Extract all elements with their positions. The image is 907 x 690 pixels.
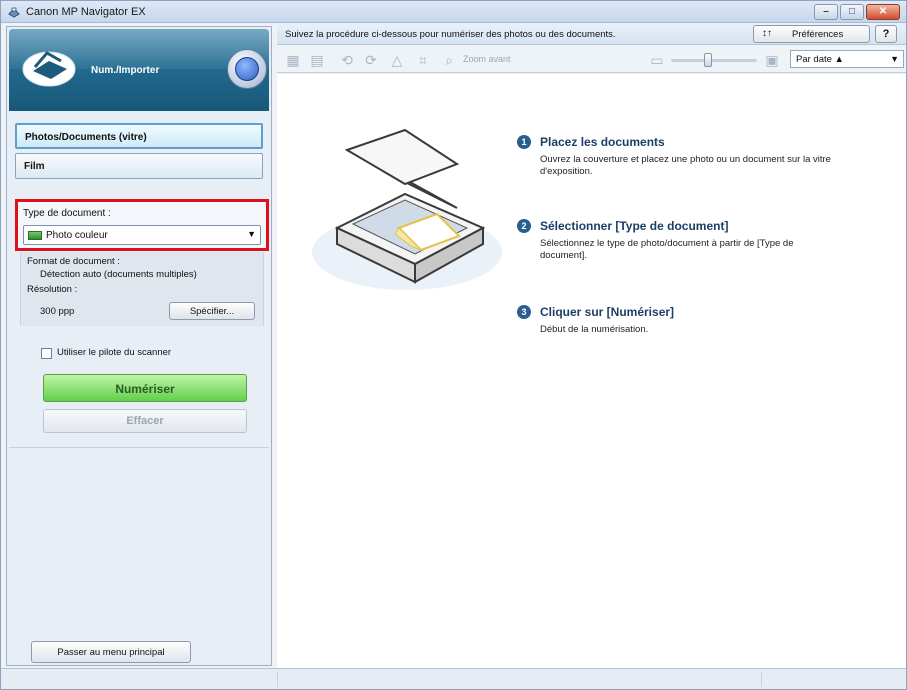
zoom-label[interactable]: Zoom avant: [463, 54, 511, 64]
format-label: Format de document :: [27, 256, 120, 267]
document-type-value: Photo couleur: [46, 230, 108, 241]
large-thumbnail-icon: ▣: [765, 52, 779, 68]
step-number: 1: [517, 135, 531, 149]
info-bar: Suivez la procédure ci-dessous pour numé…: [277, 23, 906, 45]
app-icon: [8, 7, 20, 18]
step-title: Placez les documents: [540, 135, 665, 149]
step-description: Sélectionnez le type de photo/document à…: [540, 238, 794, 261]
document-type-select[interactable]: Photo couleur ▼: [23, 225, 261, 245]
resolution-value: 300 ppp: [40, 306, 75, 317]
resolution-label: Résolution :: [27, 284, 78, 295]
maximize-button[interactable]: □: [840, 4, 864, 20]
document-settings: Format de document : Détection auto (doc…: [20, 252, 264, 326]
thumbnail-view-icon[interactable]: ▦: [285, 52, 301, 68]
clear-button[interactable]: Effacer: [43, 409, 247, 433]
app-window: Canon MP Navigator EX – □ ✕ Num./Importe…: [0, 0, 907, 690]
scanner-illustration: [312, 128, 502, 290]
scan-button[interactable]: Numériser: [43, 374, 247, 402]
small-thumbnail-icon: ▭: [650, 52, 664, 68]
format-value: Détection auto (documents multiples): [40, 269, 197, 280]
sort-value: Par date ▲: [796, 54, 844, 65]
slider-handle[interactable]: [704, 53, 712, 67]
step-title: Sélectionner [Type de document]: [540, 219, 729, 233]
rotate-right-icon[interactable]: ⟳: [363, 52, 379, 68]
use-scanner-driver-label: Utiliser le pilote du scanner: [57, 347, 172, 358]
crop-icon[interactable]: ⌗: [415, 52, 431, 68]
thumbnail-size-slider[interactable]: [671, 59, 757, 62]
grid-view-icon[interactable]: ▤: [309, 52, 325, 68]
document-type-label: Type de document :: [23, 208, 111, 219]
mirror-icon[interactable]: △: [389, 52, 405, 68]
photo-icon: [28, 231, 42, 240]
chevron-down-icon: ▼: [247, 229, 256, 239]
use-scanner-driver-checkbox[interactable]: [41, 348, 52, 359]
title-bar: Canon MP Navigator EX – □ ✕: [1, 1, 906, 23]
zoom-icon[interactable]: ⌕: [441, 52, 457, 68]
main-menu-button[interactable]: Passer au menu principal: [31, 641, 191, 663]
minimize-button[interactable]: –: [814, 4, 838, 20]
step-title: Cliquer sur [Numériser]: [540, 305, 675, 319]
chevron-down-icon: ▼: [890, 54, 899, 64]
rotate-left-icon[interactable]: ⟲: [339, 52, 355, 68]
left-panel: Num./Importer Photos/Documents (vitre) F…: [6, 26, 272, 666]
source-photos-documents-button[interactable]: Photos/Documents (vitre): [15, 123, 263, 149]
mode-header[interactable]: Num./Importer: [9, 29, 269, 111]
toolbar: ▦ ▤ ⟲ ⟳ △ ⌗ ⌕ Zoom avant ▭ ▣ Par date ▲ …: [277, 46, 906, 73]
minimize-icon: –: [823, 6, 829, 17]
window-title: Canon MP Navigator EX: [26, 6, 146, 18]
preferences-button[interactable]: ↕↑ Préférences: [753, 25, 870, 43]
scanner-mode-icon: [22, 51, 76, 87]
close-icon: ✕: [878, 6, 888, 17]
specify-button[interactable]: Spécifier...: [169, 302, 255, 320]
step-number: 3: [517, 305, 531, 319]
close-button[interactable]: ✕: [866, 4, 900, 20]
globe-icon: [235, 57, 259, 81]
maximize-icon: □: [848, 6, 856, 17]
preferences-label: Préférences: [792, 29, 844, 40]
instruction-text: Suivez la procédure ci-dessous pour numé…: [285, 29, 616, 40]
step-description: Ouvrez la couverture et placez une photo…: [540, 154, 831, 177]
step-number: 2: [517, 219, 531, 233]
help-button[interactable]: ?: [875, 25, 897, 43]
mode-label: Num./Importer: [91, 65, 160, 76]
status-bar: [1, 668, 906, 689]
mode-switch-button[interactable]: [227, 49, 267, 89]
preferences-icon: ↕↑: [762, 28, 772, 39]
main-content: 1 Placez les documents Ouvrez la couvert…: [277, 74, 906, 668]
sort-select[interactable]: Par date ▲ ▼: [790, 50, 904, 68]
source-film-button[interactable]: Film: [15, 153, 263, 179]
step-description: Début de la numérisation.: [540, 324, 649, 335]
document-type-section: Type de document : Photo couleur ▼: [15, 199, 269, 251]
